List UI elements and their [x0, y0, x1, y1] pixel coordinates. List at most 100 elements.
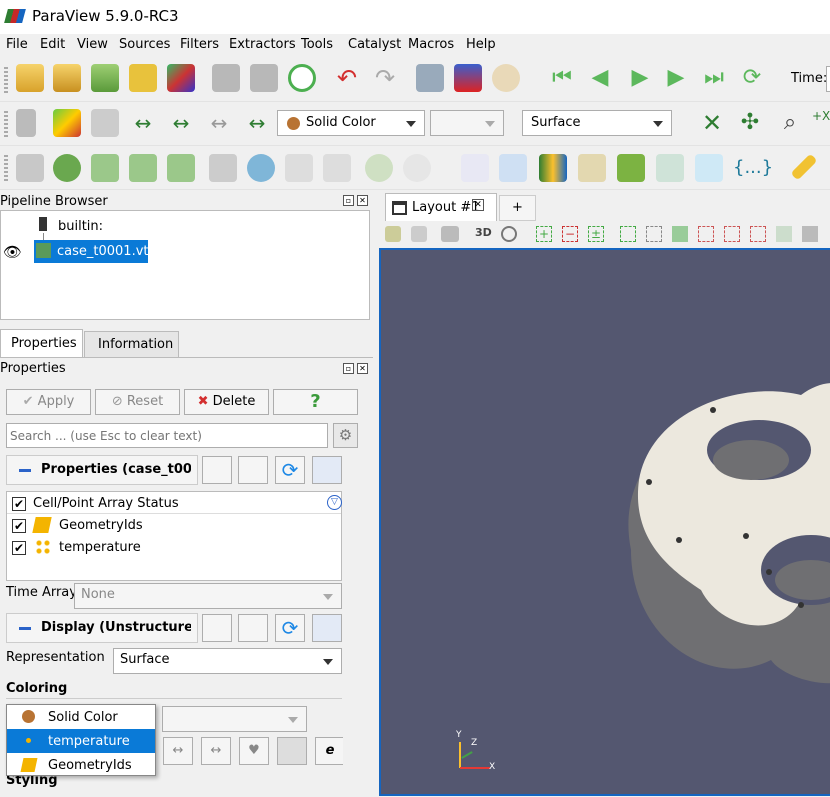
undo-icon[interactable]: ↶	[333, 64, 361, 92]
edit-color-map-icon[interactable]	[53, 109, 81, 137]
previous-frame-icon[interactable]: ◀	[586, 64, 614, 92]
threshold-icon[interactable]	[167, 154, 195, 182]
visibility-eye-icon[interactable]: 👁	[3, 243, 22, 261]
help-button[interactable]: ?	[273, 389, 358, 415]
time-field[interactable]	[826, 66, 830, 92]
tab-information[interactable]: Information	[84, 331, 179, 357]
load-state-icon[interactable]	[250, 64, 278, 92]
first-frame-icon[interactable]: ⏮	[548, 64, 576, 92]
color-legend-icon[interactable]	[277, 737, 307, 765]
menu-tools[interactable]: Tools	[301, 37, 333, 52]
hover-cells-icon[interactable]	[724, 226, 740, 242]
copy-icon[interactable]	[202, 456, 232, 484]
float-icon[interactable]: ▫	[343, 195, 354, 206]
interactive-select-icon[interactable]	[672, 226, 688, 242]
plot-over-line-icon[interactable]	[499, 154, 527, 182]
save-icon[interactable]	[312, 456, 342, 484]
reset-button[interactable]: ⊘ Reset	[95, 389, 180, 415]
hover-points-icon[interactable]	[698, 226, 714, 242]
time-array-combo[interactable]: None	[74, 583, 342, 609]
calculator-icon[interactable]	[16, 154, 44, 182]
dropdown-item-solid-color[interactable]: Solid Color	[7, 705, 155, 729]
zoom-to-box-icon[interactable]	[501, 226, 517, 242]
filter-icon[interactable]: ▽	[327, 495, 342, 510]
apply-button[interactable]: ✔ Apply	[6, 389, 91, 415]
next-frame-icon[interactable]: ▶	[662, 64, 690, 92]
clip-icon[interactable]	[91, 154, 119, 182]
split-horizontal-icon[interactable]	[385, 226, 401, 242]
search-input[interactable]	[6, 423, 328, 448]
paste-icon[interactable]	[238, 456, 268, 484]
coloring-component-combo[interactable]	[162, 706, 307, 732]
menu-file[interactable]: File	[6, 37, 28, 52]
menu-edit[interactable]: Edit	[40, 37, 65, 52]
menu-extractors[interactable]: Extractors	[229, 37, 296, 52]
rescale-visible-icon[interactable]: ↔	[167, 109, 195, 137]
menu-view[interactable]: View	[77, 37, 108, 52]
rescale-custom-icon[interactable]: ↔	[163, 737, 193, 765]
select-cells-on-icon[interactable]: +	[536, 226, 552, 242]
capture-screenshot-icon[interactable]	[441, 226, 459, 242]
split-vertical-icon[interactable]	[411, 226, 427, 242]
save-data-icon[interactable]	[91, 64, 119, 92]
extract-level-icon[interactable]	[403, 154, 431, 182]
rescale-temporal-icon[interactable]: ↔	[205, 109, 233, 137]
layout-tab[interactable]: Layout #1 ✕	[385, 193, 497, 221]
toggle-color-legend-icon[interactable]	[16, 109, 36, 137]
reset-session-icon[interactable]	[288, 64, 316, 92]
display-section-header[interactable]: Display (Unstructured	[6, 613, 198, 643]
save-state-icon[interactable]	[212, 64, 240, 92]
array-checkbox-geometryids[interactable]: ✔	[12, 519, 26, 533]
extract-subset-icon[interactable]	[209, 154, 237, 182]
crystal-icon[interactable]	[695, 154, 723, 182]
stream-tracer-icon[interactable]	[285, 154, 313, 182]
plot-selection-icon[interactable]	[656, 154, 684, 182]
warp-vector-icon[interactable]	[323, 154, 351, 182]
disconnect-icon[interactable]	[167, 64, 195, 92]
slice-icon[interactable]	[129, 154, 157, 182]
component-combo[interactable]	[430, 110, 504, 136]
coloring-combo[interactable]: Solid Color	[277, 110, 425, 136]
properties-section-header[interactable]: Properties (case_t000	[6, 455, 198, 485]
properties-scrollbar[interactable]	[343, 455, 360, 797]
toggle-3d-button[interactable]: 3D	[475, 226, 492, 239]
close-icon[interactable]: ✕	[357, 195, 368, 206]
menu-macros[interactable]: Macros	[408, 37, 454, 52]
zoom-data-icon[interactable]: ✣	[736, 109, 764, 137]
plot-data-icon[interactable]	[578, 154, 606, 182]
render-view[interactable]: Y Z X	[379, 248, 830, 796]
grow-selection-icon[interactable]	[750, 226, 766, 242]
open-folder-icon[interactable]	[53, 64, 81, 92]
delete-button[interactable]: ✖ Delete	[184, 389, 269, 415]
select-points-on-icon[interactable]: −	[562, 226, 578, 242]
add-layout-button[interactable]: +	[499, 195, 536, 221]
clear-selection-icon[interactable]	[802, 226, 818, 242]
advanced-gear-icon[interactable]: ⚙	[333, 423, 358, 448]
glyph-icon[interactable]	[247, 154, 275, 182]
representation-combo[interactable]: Surface	[522, 110, 672, 136]
contour-icon[interactable]	[53, 154, 81, 182]
menu-filters[interactable]: Filters	[180, 37, 219, 52]
favorite-icon[interactable]: ♥	[239, 737, 269, 765]
save-icon[interactable]	[312, 614, 342, 642]
dropdown-item-temperature[interactable]: temperature	[7, 729, 155, 753]
pipeline-tree[interactable]: builtin: 👁 case_t0001.vtu	[0, 210, 370, 320]
select-cells-through-icon[interactable]: ±	[588, 226, 604, 242]
open-file-icon[interactable]	[16, 64, 44, 92]
probe-line-icon[interactable]	[461, 154, 489, 182]
last-frame-icon[interactable]: ⏭	[700, 64, 728, 92]
edit-icon[interactable]: e	[315, 737, 345, 765]
refresh-icon[interactable]: ⟳	[275, 614, 305, 642]
play-icon[interactable]: ▶	[626, 64, 654, 92]
copy-icon[interactable]	[202, 614, 232, 642]
reset-camera-icon[interactable]: ✕	[698, 109, 726, 137]
reset-range-icon[interactable]	[91, 109, 119, 137]
tab-properties[interactable]: Properties	[0, 329, 83, 357]
menu-catalyst[interactable]: Catalyst	[348, 37, 401, 52]
redo-icon[interactable]: ↷	[371, 64, 399, 92]
representation-combo[interactable]: Surface	[113, 648, 342, 674]
select-polygon-icon[interactable]	[620, 226, 636, 242]
array-checkbox-temperature[interactable]: ✔	[12, 541, 26, 555]
histogram-icon[interactable]	[539, 154, 567, 182]
shrink-selection-icon[interactable]	[776, 226, 792, 242]
